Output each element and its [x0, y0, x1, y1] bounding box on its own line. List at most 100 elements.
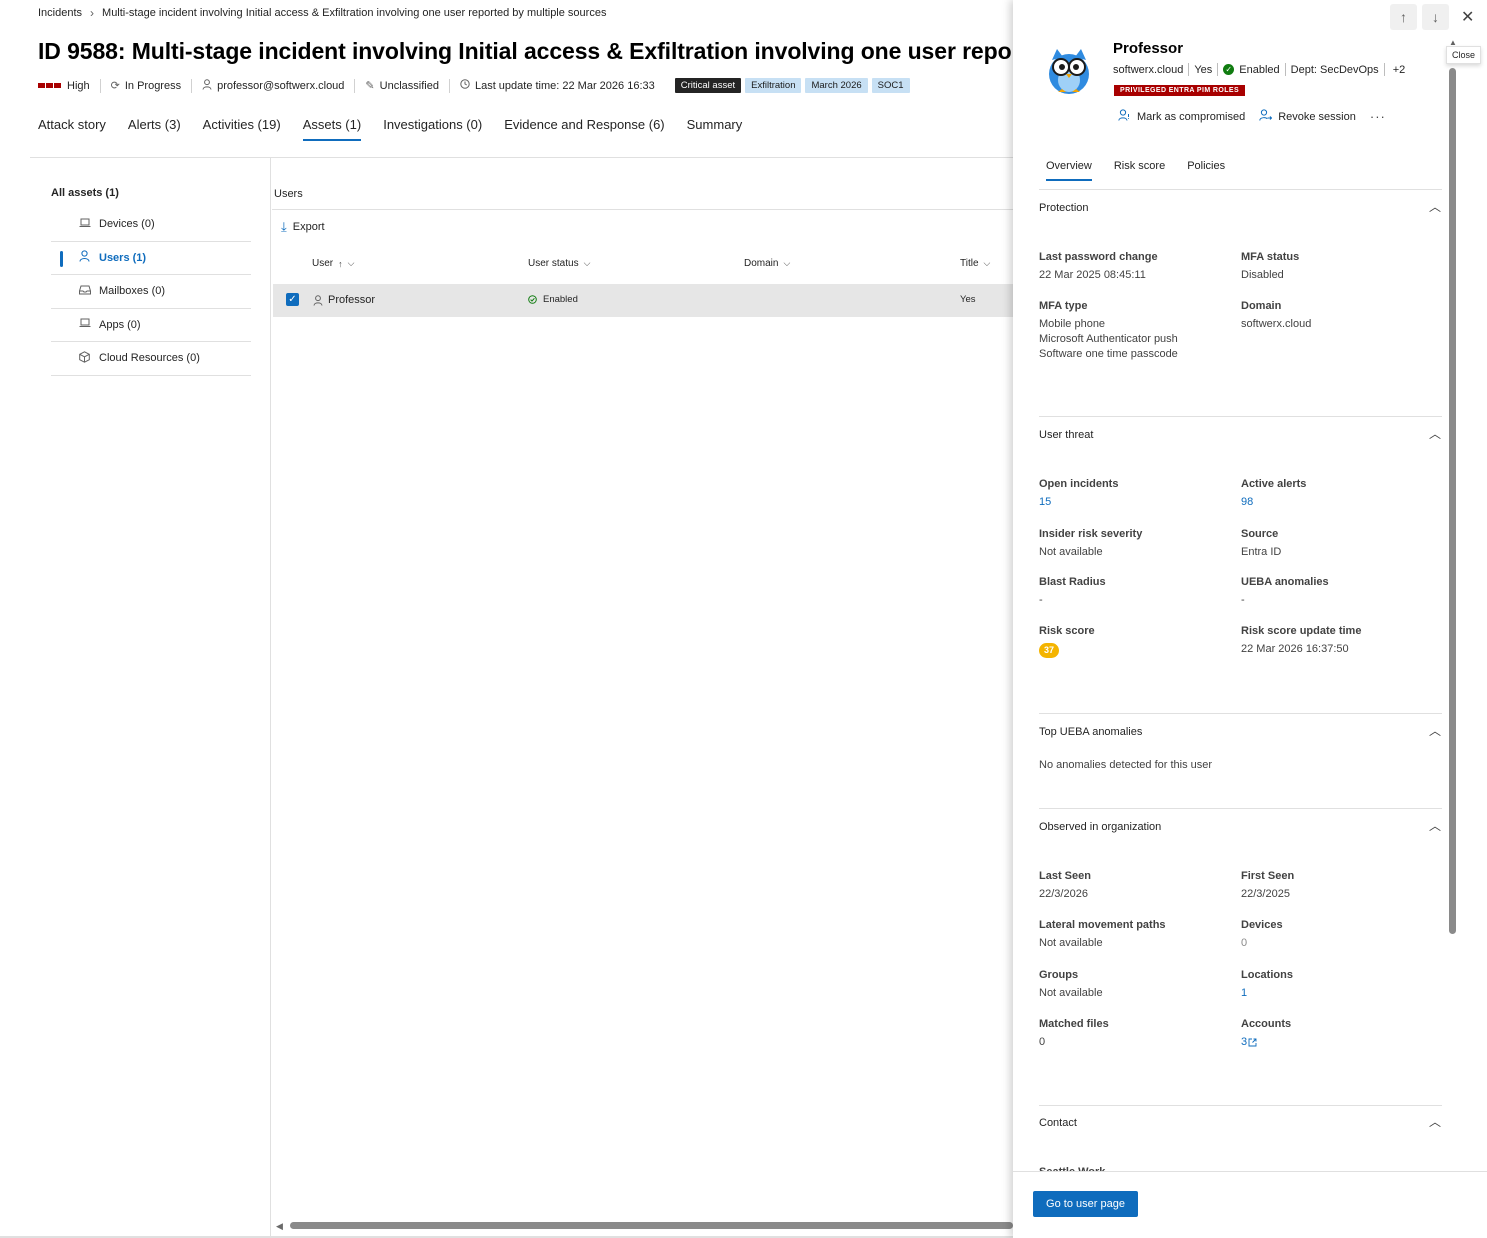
no-anomalies-message: No anomalies detected for this user	[1039, 759, 1213, 771]
tab-assets[interactable]: Assets (1)	[302, 117, 362, 141]
chevron-right-icon: ›	[90, 6, 95, 20]
column-header-domain[interactable]: Domain ⌵	[744, 258, 790, 269]
field-label: Locations	[1241, 969, 1293, 981]
asset-nav-users[interactable]: Users (1)	[51, 242, 251, 275]
tab-evidence-response[interactable]: Evidence and Response (6)	[504, 117, 664, 141]
person-icon	[79, 250, 99, 265]
open-incidents-link[interactable]: 15	[1039, 495, 1051, 510]
user-status-cell: Enabled	[528, 294, 578, 305]
row-checkbox[interactable]: ✓	[286, 293, 299, 306]
more-tags-button[interactable]: +2	[1385, 63, 1411, 76]
more-actions-icon[interactable]: ···	[1370, 109, 1386, 124]
export-label: Export	[292, 221, 325, 233]
person-warning-icon	[1118, 109, 1131, 124]
divider	[1039, 189, 1442, 190]
column-header-user[interactable]: User ↑ ⌵	[312, 258, 354, 269]
horizontal-scrollbar[interactable]: ◀	[276, 1220, 1013, 1232]
field-label: Last Seen	[1039, 870, 1091, 882]
section-title-user-threat[interactable]: User threat	[1039, 429, 1093, 441]
section-title-top-ueba[interactable]: Top UEBA anomalies	[1039, 726, 1142, 738]
laptop-icon	[79, 318, 99, 331]
chevron-up-icon[interactable]: ︿	[1429, 425, 1441, 442]
active-alerts-link[interactable]: 98	[1241, 495, 1253, 510]
scrollbar-thumb[interactable]	[290, 1222, 1013, 1229]
field-value: Not available	[1039, 546, 1103, 558]
title-cell: Yes	[960, 294, 976, 305]
close-icon[interactable]: ✕	[1461, 7, 1474, 27]
column-header-title[interactable]: Title ⌵	[960, 258, 990, 269]
panel-actions: Mark as compromised Revoke session ···	[1118, 109, 1386, 124]
asset-nav-mailboxes[interactable]: Mailboxes (0)	[51, 275, 251, 309]
caret-up-icon[interactable]: ▲	[1449, 38, 1457, 47]
chevron-down-icon: ⌵	[583, 258, 591, 268]
last-update: Last update time: 22 Mar 2026 16:33	[450, 79, 665, 93]
column-header-label: Domain	[744, 258, 779, 269]
next-item-button[interactable]: ↓	[1422, 4, 1449, 30]
mark-as-compromised-button[interactable]: Mark as compromised	[1118, 109, 1245, 124]
breadcrumb-incidents-link[interactable]: Incidents	[38, 7, 82, 19]
section-title-contact[interactable]: Contact	[1039, 1117, 1077, 1129]
asset-nav-cloud-resources[interactable]: Cloud Resources (0)	[51, 342, 251, 376]
go-to-user-page-button[interactable]: Go to user page	[1033, 1191, 1138, 1217]
tag[interactable]: March 2026	[805, 78, 868, 93]
severity-label: High	[67, 79, 90, 92]
tab-alerts[interactable]: Alerts (3)	[128, 117, 181, 141]
status-label: In Progress	[124, 79, 182, 92]
field-value: 22 Mar 2025 08:45:11	[1039, 269, 1146, 281]
tab-policies[interactable]: Policies	[1187, 160, 1225, 181]
assigned-to[interactable]: professor@softwerx.cloud	[192, 78, 356, 93]
tab-risk-score[interactable]: Risk score	[1114, 160, 1165, 181]
accounts-link[interactable]: 3	[1241, 1035, 1257, 1050]
chevron-up-icon[interactable]: ︿	[1429, 1113, 1441, 1130]
avatar	[1044, 44, 1094, 96]
field-label: Devices	[1241, 919, 1283, 931]
previous-item-button[interactable]: ↑	[1390, 4, 1417, 30]
classification[interactable]: ✎ Unclassified	[355, 78, 450, 93]
arrow-up-icon: ↑	[1400, 9, 1407, 25]
column-header-user-status[interactable]: User status ⌵	[528, 258, 590, 269]
locations-link[interactable]: 1	[1241, 986, 1247, 1001]
field-label: MFA status	[1241, 251, 1300, 263]
export-button[interactable]: ⤓ Export	[281, 219, 325, 235]
all-assets-title[interactable]: All assets (1)	[51, 187, 119, 199]
tag[interactable]: SOC1	[871, 78, 910, 93]
revoke-session-button[interactable]: Revoke session	[1259, 109, 1356, 124]
sort-ascending-icon: ↑	[338, 258, 343, 269]
field-label: Blast Radius	[1039, 576, 1106, 588]
vertical-scrollbar[interactable]	[1449, 68, 1456, 934]
field-value: Microsoft Authenticator push	[1039, 333, 1178, 345]
asset-nav-devices[interactable]: Devices (0)	[51, 208, 251, 242]
chevron-up-icon[interactable]: ︿	[1429, 722, 1441, 739]
asset-nav: Devices (0) Users (1) Mailboxes (0) Apps…	[51, 208, 251, 376]
field-value: 0	[1039, 1036, 1046, 1048]
accounts-count: 3	[1241, 1036, 1248, 1048]
tab-attack-story[interactable]: Attack story	[38, 117, 106, 141]
tab-investigations[interactable]: Investigations (0)	[383, 117, 482, 141]
tag[interactable]: Exfiltration	[745, 78, 802, 93]
pencil-icon: ✎	[365, 80, 375, 92]
asset-nav-label: Devices (0)	[99, 218, 155, 231]
table-row[interactable]	[273, 284, 1013, 317]
download-icon: ⤓	[281, 219, 287, 234]
section-title-observed[interactable]: Observed in organization	[1039, 821, 1161, 833]
caret-left-icon[interactable]: ◀	[276, 1221, 283, 1232]
status[interactable]: ⟳ In Progress	[101, 78, 193, 93]
page-title: ID 9588: Multi-stage incident involving …	[38, 38, 1013, 64]
field-value: Entra ID	[1241, 546, 1282, 558]
incident-meta: High ⟳ In Progress professor@softwerx.cl…	[38, 78, 914, 93]
breadcrumb: Incidents › Multi-stage incident involvi…	[38, 6, 606, 20]
tab-summary[interactable]: Summary	[687, 117, 743, 141]
asset-nav-apps[interactable]: Apps (0)	[51, 309, 251, 342]
field-label: First Seen	[1241, 870, 1295, 882]
tab-activities[interactable]: Activities (19)	[203, 117, 281, 141]
field-label: Accounts	[1241, 1018, 1292, 1030]
chevron-up-icon[interactable]: ︿	[1429, 817, 1441, 834]
tag-list: Critical asset Exfiltration March 2026 S…	[665, 78, 914, 93]
chevron-up-icon[interactable]: ︿	[1429, 198, 1441, 215]
severity: High	[38, 78, 101, 93]
user-cell[interactable]: Professor	[313, 294, 375, 306]
tag[interactable]: Critical asset	[674, 78, 742, 93]
field-value: softwerx.cloud	[1241, 318, 1312, 330]
section-title-protection[interactable]: Protection	[1039, 202, 1089, 214]
tab-overview[interactable]: Overview	[1046, 160, 1092, 181]
